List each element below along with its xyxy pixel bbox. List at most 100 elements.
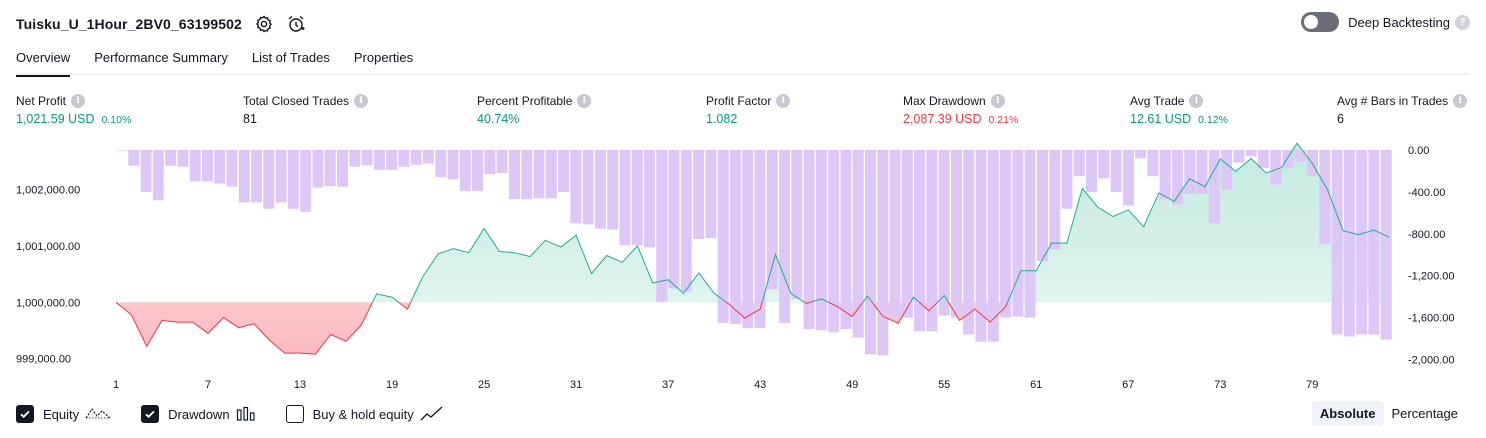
drawdown-bar <box>705 150 717 238</box>
info-icon[interactable]: i <box>776 94 791 108</box>
drawdown-bar <box>435 150 447 178</box>
drawdown-bar <box>1294 150 1306 162</box>
x-axis-tick-label: 79 <box>1306 379 1318 391</box>
drawdown-bar <box>287 150 299 209</box>
drawdown-bar <box>779 150 791 323</box>
settings-gear-icon[interactable] <box>254 14 274 34</box>
drawdown-bar <box>877 150 889 356</box>
drawdown-bar <box>361 150 373 166</box>
drawdown-bar <box>373 150 385 170</box>
metric-label: Max Drawdown <box>903 94 986 108</box>
tab-overview[interactable]: Overview <box>16 44 71 77</box>
drawdown-bar <box>1184 150 1196 194</box>
right-axis-tick-label: -1,200.00 <box>1408 271 1454 283</box>
drawdown-bar <box>852 150 864 338</box>
x-axis-tick-label: 61 <box>1030 379 1042 391</box>
buy-hold-checkbox[interactable] <box>285 405 304 423</box>
drawdown-bar <box>1245 150 1257 157</box>
metrics-row: Net Profit i 1,021.59 USD 0.10% Total Clos… <box>0 92 1486 132</box>
legend-buy-hold[interactable]: Buy & hold equity <box>285 405 444 423</box>
tab-list-of-trades[interactable]: List of Trades <box>252 44 330 75</box>
drawdown-bar <box>963 150 975 335</box>
x-axis-tick-label: 25 <box>478 379 490 391</box>
strategy-header: Tuisku_U_1Hour_2BV0_63199502 <box>16 10 306 38</box>
metric-percent: 0.10% <box>101 114 132 126</box>
drawdown-bar <box>177 150 189 167</box>
drawdown-bar <box>1135 150 1147 159</box>
metric-percent: 0.21% <box>988 114 1019 126</box>
info-icon[interactable]: i <box>71 94 86 108</box>
equity-drawdown-chart[interactable]: 999,000.00 1,000,000.00 1,001,000.00 1,002,… <box>0 140 1486 398</box>
drawdown-bar <box>987 150 999 342</box>
legend-label: Drawdown <box>168 406 230 422</box>
legend-label: Buy & hold equity <box>312 406 414 422</box>
drawdown-bar <box>496 150 508 173</box>
metric-total-closed-trades: Total Closed Trades i 81 <box>243 92 369 130</box>
tab-performance-summary[interactable]: Performance Summary <box>94 44 228 75</box>
equity-checkbox[interactable] <box>16 405 34 423</box>
drawdown-bar <box>619 150 631 246</box>
drawdown-bar <box>410 150 422 165</box>
buy-hold-line-icon <box>420 406 444 422</box>
drawdown-bar <box>508 150 520 200</box>
metric-net-profit: Net Profit i 1,021.59 USD 0.10% <box>16 92 131 130</box>
drawdown-bar <box>1343 150 1355 337</box>
metric-label: Avg Trade <box>1130 94 1185 108</box>
deep-backtesting: Deep Backtesting ? <box>1301 12 1470 32</box>
drawdown-bar <box>975 150 987 342</box>
drawdown-bar <box>631 150 643 246</box>
absolute-button[interactable]: Absolute <box>1311 401 1384 426</box>
metric-profit-factor: Profit Factor i 1.082 <box>706 92 791 130</box>
question-icon[interactable]: ? <box>1455 14 1470 30</box>
deep-backtesting-label: Deep Backtesting <box>1348 14 1450 30</box>
legend-equity[interactable]: Equity <box>16 405 111 423</box>
info-icon[interactable]: i <box>1189 94 1204 108</box>
metric-value: 40.74% <box>477 112 520 126</box>
metric-label: Percent Profitable <box>477 94 573 108</box>
info-icon[interactable]: i <box>1453 94 1468 108</box>
x-axis-tick-label: 67 <box>1122 379 1134 391</box>
drawdown-bar <box>1110 150 1122 192</box>
drawdown-bar <box>1147 150 1159 177</box>
drawdown-bar <box>1380 150 1392 340</box>
drawdown-bar <box>558 150 569 192</box>
drawdown-bar <box>901 150 913 318</box>
drawdown-bar <box>1257 150 1269 168</box>
legend-drawdown[interactable]: Drawdown <box>141 405 255 423</box>
drawdown-bar <box>459 150 471 191</box>
x-axis-tick-label: 13 <box>294 379 306 391</box>
metric-value: 12.61 USD <box>1130 112 1192 126</box>
drawdown-bar <box>386 150 398 170</box>
info-icon[interactable]: i <box>354 94 369 108</box>
drawdown-bar <box>815 150 827 331</box>
drawdown-bar <box>472 150 484 191</box>
drawdown-bar <box>140 150 152 192</box>
info-icon[interactable]: i <box>577 94 592 108</box>
chart-legend: Equity Drawdown Buy & hold equity <box>16 403 474 425</box>
tab-properties[interactable]: Properties <box>354 44 413 75</box>
drawdown-bar <box>1221 150 1233 190</box>
alarm-add-icon[interactable] <box>286 14 306 34</box>
right-axis-tick-label: -1,600.00 <box>1408 313 1454 325</box>
drawdown-bar <box>1331 150 1343 335</box>
left-axis-tick-label: 1,001,000.00 <box>16 241 80 253</box>
drawdown-bar <box>680 150 692 292</box>
drawdown-bar <box>1036 150 1048 261</box>
drawdown-bar <box>447 150 459 180</box>
percentage-button[interactable]: Percentage <box>1384 401 1467 426</box>
metric-value: 1.082 <box>706 112 738 126</box>
drawdown-checkbox[interactable] <box>141 405 160 423</box>
drawdown-bar <box>1086 150 1097 192</box>
drawdown-bar <box>1196 150 1208 194</box>
metric-avg-bars-in-trades: Avg # Bars in Trades i 6 <box>1337 92 1468 130</box>
drawdown-bar <box>238 150 250 203</box>
info-icon[interactable]: i <box>990 94 1005 108</box>
x-axis-tick-label: 43 <box>754 379 766 391</box>
drawdown-bar <box>1208 150 1220 224</box>
right-axis-tick-label: 0.00 <box>1408 145 1429 157</box>
deep-backtesting-toggle[interactable] <box>1301 12 1340 32</box>
drawdown-bar <box>570 150 582 224</box>
x-axis-tick-label: 1 <box>113 379 119 391</box>
drawdown-bar <box>116 150 127 151</box>
drawdown-bar <box>226 150 238 187</box>
